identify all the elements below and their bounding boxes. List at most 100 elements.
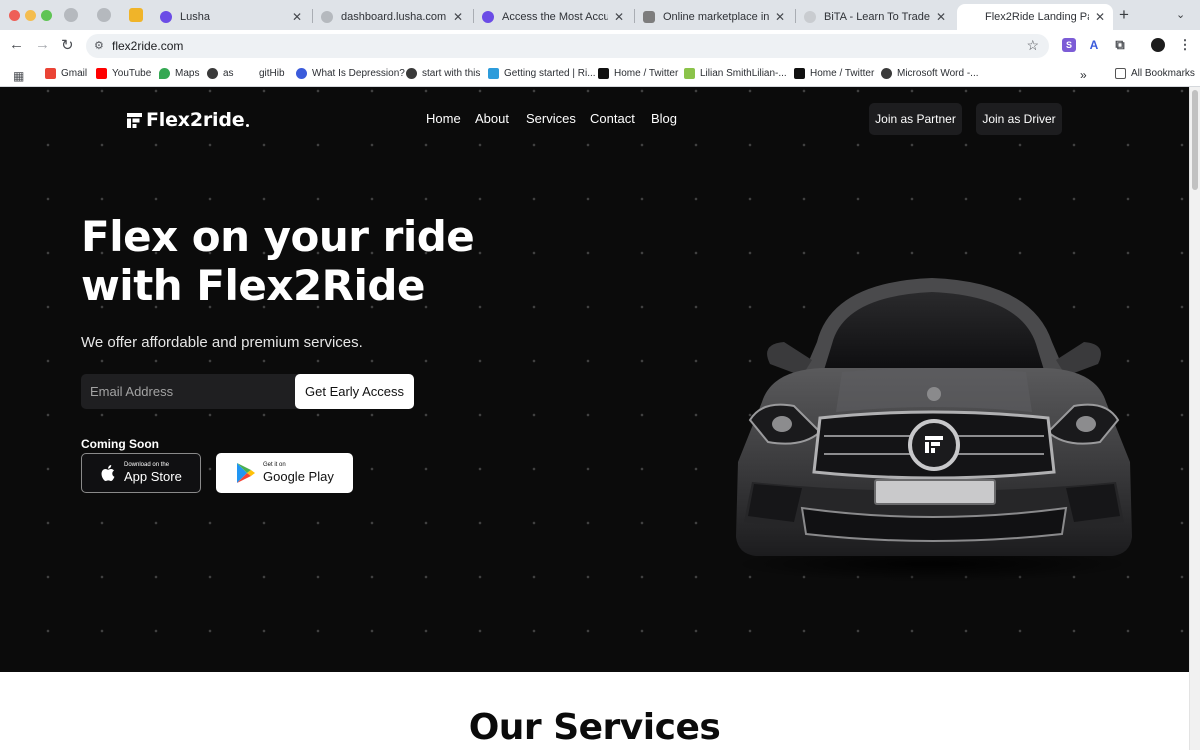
pinned-tab-1[interactable]: [64, 8, 78, 22]
nav-services[interactable]: Services: [526, 111, 576, 126]
tab-search-chevron-icon[interactable]: ⌄: [1176, 8, 1185, 21]
pinned-tab-2[interactable]: [97, 8, 111, 22]
more-bookmarks-chevron-icon[interactable]: »: [1080, 68, 1087, 82]
bookmark-as[interactable]: as: [207, 68, 234, 79]
maximize-window-button[interactable]: [41, 10, 52, 21]
browser-tab-strip: Lusha ✕ dashboard.lusha.com ✕ Access the…: [0, 0, 1200, 30]
forward-arrow-icon[interactable]: →: [35, 36, 50, 53]
lusha-icon: [160, 11, 172, 23]
tab-flex2ride[interactable]: Flex2Ride Landing Page ✕: [957, 4, 1113, 30]
close-tab-icon[interactable]: ✕: [453, 10, 463, 24]
bookmark-gmail[interactable]: Gmail: [45, 68, 87, 79]
address-bar[interactable]: ⚙ flex2ride.com ☆: [86, 34, 1049, 58]
hero-title-line-1: Flex on your ride: [81, 212, 475, 261]
tab-title: Access the Most Accurate B2B: [502, 11, 608, 23]
app-store-small-text: Download on the: [124, 462, 170, 468]
email-input[interactable]: [81, 374, 295, 409]
get-early-access-button[interactable]: Get Early Access: [295, 374, 414, 409]
bookmark-twitter-1[interactable]: Home / Twitter: [598, 68, 678, 79]
hero-section: Flex2ride Home About Services Contact Bl…: [0, 87, 1189, 672]
close-tab-icon[interactable]: ✕: [775, 10, 785, 24]
our-services-heading: Our Services: [468, 707, 721, 748]
browser-toolbar: ← → ↻ ⚙ flex2ride.com ☆ S A ⧉ ⋮: [0, 30, 1200, 62]
bookmark-getting-started[interactable]: Getting started | Ri...: [488, 68, 596, 79]
folder-icon: [1115, 68, 1126, 79]
car-image: [732, 278, 1132, 582]
tab-online-marketplace[interactable]: Online marketplace in Nigeria ✕: [635, 4, 793, 30]
minimize-window-button[interactable]: [25, 10, 36, 21]
new-tab-icon[interactable]: +: [1119, 5, 1129, 25]
bookmark-youtube[interactable]: YouTube: [96, 68, 151, 79]
join-as-driver-button[interactable]: Join as Driver: [976, 103, 1062, 135]
all-bookmarks-button[interactable]: All Bookmarks: [1115, 68, 1195, 79]
apps-grid-icon[interactable]: ▦: [13, 69, 24, 83]
coming-soon-label: Coming Soon: [81, 437, 159, 451]
flex2ride-logo[interactable]: Flex2ride: [127, 109, 250, 131]
marketplace-icon: [643, 11, 655, 23]
close-tab-icon[interactable]: ✕: [292, 10, 302, 24]
bookmark-label: Lilian SmithLilian-...: [700, 68, 787, 79]
globe-icon: [207, 68, 218, 79]
extensions-puzzle-icon[interactable]: ⧉: [1113, 38, 1127, 52]
web-page: Flex2ride Home About Services Contact Bl…: [0, 87, 1189, 750]
tab-lusha[interactable]: Lusha ✕: [152, 4, 310, 30]
page-scrollbar[interactable]: [1189, 87, 1200, 750]
bookmark-label: Maps: [175, 68, 200, 79]
site-settings-icon[interactable]: ⚙: [94, 39, 104, 52]
bookmarks-bar: ▦ Gmail YouTube Maps as gitHib What Is D…: [0, 62, 1200, 87]
close-tab-icon[interactable]: ✕: [614, 10, 624, 24]
tab-title: Lusha: [180, 11, 210, 23]
hero-title: Flex on your ride with Flex2Ride: [81, 212, 601, 310]
bookmark-lilian-smith[interactable]: Lilian SmithLilian-...: [684, 68, 787, 79]
youtube-icon: [96, 68, 107, 79]
google-play-button[interactable]: Get it on Google Play: [216, 453, 353, 493]
profile-avatar[interactable]: [1151, 38, 1165, 52]
nav-home[interactable]: Home: [426, 111, 461, 126]
lusha-icon: [482, 11, 494, 23]
close-tab-icon[interactable]: ✕: [936, 10, 946, 24]
bookmark-label: Getting started | Ri...: [504, 68, 596, 79]
bookmark-what-is-depression[interactable]: What Is Depression?: [296, 68, 405, 79]
close-window-button[interactable]: [9, 10, 20, 21]
tab-bita[interactable]: BiTA - Learn To Trade The Stock ✕: [796, 4, 954, 30]
maps-pin-icon: [159, 68, 170, 79]
tab-dashboard-lusha[interactable]: dashboard.lusha.com ✕: [313, 4, 471, 30]
tab-access-accurate[interactable]: Access the Most Accurate B2B ✕: [474, 4, 632, 30]
bookmark-github[interactable]: gitHib: [259, 68, 285, 79]
bookmark-label: Home / Twitter: [810, 68, 875, 79]
scrollbar-thumb[interactable]: [1192, 90, 1198, 190]
bookmark-start-with-this[interactable]: start with this: [406, 68, 480, 79]
url-text[interactable]: flex2ride.com: [112, 39, 183, 53]
nav-about[interactable]: About: [475, 111, 509, 126]
flex2ride-logo-icon: [127, 112, 142, 128]
back-arrow-icon[interactable]: ←: [9, 36, 24, 53]
nav-contact[interactable]: Contact: [590, 111, 635, 126]
bookmark-microsoft-word[interactable]: Microsoft Word -...: [881, 68, 979, 79]
tab-title: Online marketplace in Nigeria: [663, 11, 769, 23]
tab-title: BiTA - Learn To Trade The Stock: [824, 11, 930, 23]
close-tab-icon[interactable]: ✕: [1095, 10, 1105, 24]
bookmark-label: Home / Twitter: [614, 68, 679, 79]
upwork-icon: [684, 68, 695, 79]
join-as-partner-button[interactable]: Join as Partner: [869, 103, 962, 135]
nav-blog[interactable]: Blog: [651, 111, 677, 126]
globe-icon: [881, 68, 892, 79]
hero-title-line-2: with Flex2Ride: [81, 261, 425, 310]
tab-title: dashboard.lusha.com: [341, 11, 447, 23]
app-store-button[interactable]: Download on the App Store: [81, 453, 201, 493]
pinned-tab-3[interactable]: [129, 8, 143, 22]
extension-s-icon[interactable]: S: [1062, 38, 1076, 52]
bookmark-twitter-2[interactable]: Home / Twitter: [794, 68, 874, 79]
x-twitter-icon: [794, 68, 805, 79]
web-icon: [296, 68, 307, 79]
tab-title: Flex2Ride Landing Page: [985, 11, 1089, 23]
extension-lusha-icon[interactable]: A: [1087, 38, 1101, 52]
bookmark-label: Gmail: [61, 68, 88, 79]
globe-icon: [321, 11, 333, 23]
reload-icon[interactable]: ↻: [61, 36, 74, 54]
browser-menu-icon[interactable]: ⋮: [1178, 38, 1192, 52]
app-store-big-text: App Store: [124, 469, 182, 484]
bookmark-label: gitHib: [259, 68, 285, 79]
bookmark-maps[interactable]: Maps: [159, 68, 199, 79]
bookmark-star-icon[interactable]: ☆: [1026, 37, 1039, 54]
